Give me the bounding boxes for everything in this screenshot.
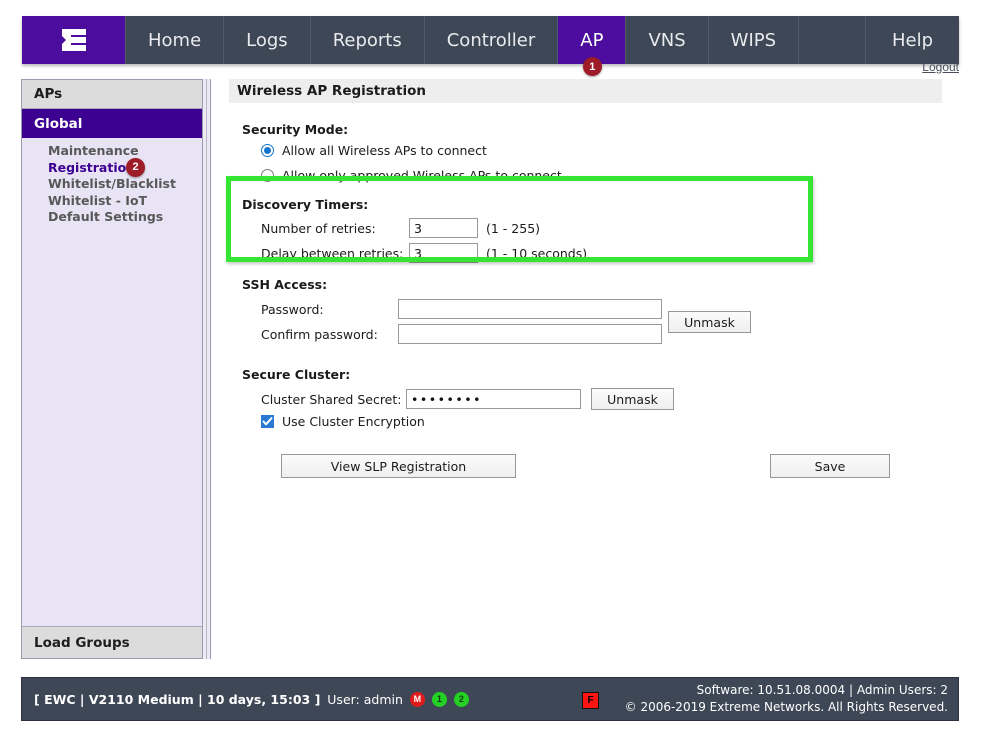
- sidebar-item-whitelist-blacklist[interactable]: Whitelist/Blacklist: [22, 176, 202, 193]
- discovery-timers-group-label: Discovery Timers:: [242, 197, 368, 212]
- sidebar-splitter-handle[interactable]: [202, 79, 211, 659]
- sidebar-item-default-settings[interactable]: Default Settings: [22, 209, 202, 226]
- status-dot-1-icon[interactable]: 1: [432, 692, 447, 707]
- radio-allow-all-label: Allow all Wireless APs to connect: [282, 143, 487, 158]
- radio-allow-all[interactable]: [261, 144, 274, 157]
- nav-item-vns[interactable]: VNS: [626, 16, 708, 64]
- sidebar-item-label: Default Settings: [48, 209, 163, 224]
- retries-hint: (1 - 255): [486, 221, 540, 236]
- ssh-confirm-row: Confirm password:: [261, 324, 662, 344]
- user-info-text: User: admin: [327, 692, 403, 707]
- sidebar-title: APs: [22, 80, 202, 109]
- sidebar-item-registration[interactable]: Registration 2: [22, 160, 202, 177]
- save-button[interactable]: Save: [770, 454, 890, 478]
- application-window: Home Logs Reports Controller AP 1 VNS WI…: [0, 0, 998, 751]
- brand-logo-cell[interactable]: [22, 16, 125, 64]
- sidebar-item-maintenance[interactable]: Maintenance: [22, 143, 202, 160]
- ssh-password-row: Password:: [261, 299, 662, 319]
- nav-item-label: Logs: [246, 30, 288, 51]
- cluster-encryption-row[interactable]: Use Cluster Encryption: [261, 414, 425, 429]
- main-content: Wireless AP Registration Security Mode: …: [211, 79, 959, 659]
- copyright-text: © 2006-2019 Extreme Networks. All Rights…: [625, 699, 948, 716]
- status-dot-2-icon[interactable]: 2: [454, 692, 469, 707]
- delay-label: Delay between retries:: [261, 246, 409, 261]
- nav-item-help[interactable]: Help: [866, 16, 959, 64]
- sidebar-item-whitelist-iot[interactable]: Whitelist - IoT: [22, 193, 202, 210]
- delay-row: Delay between retries: (1 - 10 seconds): [261, 243, 587, 263]
- radio-allow-approved-label: Allow only approved Wireless APs to conn…: [282, 168, 562, 183]
- extreme-networks-e-logo: [59, 26, 89, 54]
- ssh-password-input[interactable]: [398, 299, 662, 319]
- software-version-text: Software: 10.51.08.0004 | Admin Users: 2: [625, 682, 948, 699]
- sidebar-footer-label: Load Groups: [34, 635, 130, 651]
- system-info-text: [ EWC | V2110 Medium | 10 days, 15:03 ]: [34, 692, 320, 707]
- delay-hint: (1 - 10 seconds): [486, 246, 587, 261]
- nav-item-label: Help: [892, 30, 933, 51]
- view-slp-registration-button[interactable]: View SLP Registration: [281, 454, 516, 478]
- status-bar-left: [ EWC | V2110 Medium | 10 days, 15:03 ] …: [34, 678, 469, 720]
- sidebar-section-label: Global: [34, 116, 82, 132]
- top-navigation-bar: Home Logs Reports Controller AP 1 VNS WI…: [22, 16, 959, 64]
- nav-spacer: [799, 16, 866, 64]
- nav-item-ap[interactable]: AP 1: [558, 16, 626, 64]
- nav-item-label: WIPS: [731, 30, 776, 51]
- status-dot-maintenance-icon[interactable]: M: [410, 692, 425, 707]
- sidebar: APs Global Maintenance Registration 2 Wh…: [21, 79, 202, 659]
- sidebar-item-label: Registration: [48, 160, 135, 175]
- nav-item-home[interactable]: Home: [125, 16, 224, 64]
- cluster-secret-row: Cluster Shared Secret: Unmask: [261, 388, 674, 410]
- checkbox-use-cluster-encryption[interactable]: [261, 415, 274, 428]
- step-badge-2: 2: [126, 158, 145, 177]
- nav-item-label: Home: [148, 30, 201, 51]
- page-title: Wireless AP Registration: [229, 79, 942, 103]
- logout-link[interactable]: Logout: [922, 60, 959, 74]
- step-badge-1: 1: [583, 57, 602, 76]
- sidebar-item-label: Maintenance: [48, 143, 139, 158]
- status-bar: [ EWC | V2110 Medium | 10 days, 15:03 ] …: [21, 677, 959, 721]
- nav-item-label: Reports: [333, 30, 402, 51]
- cluster-secret-input[interactable]: [406, 389, 581, 409]
- secure-cluster-group-label: Secure Cluster:: [242, 367, 350, 382]
- cluster-encryption-label: Use Cluster Encryption: [282, 414, 425, 429]
- ssh-password-label: Password:: [261, 302, 398, 317]
- sidebar-item-label: Whitelist - IoT: [48, 193, 147, 208]
- sidebar-item-label: Whitelist/Blacklist: [48, 176, 176, 191]
- retries-input[interactable]: [409, 218, 478, 238]
- nav-item-label: Controller: [447, 30, 536, 51]
- nav-item-reports[interactable]: Reports: [311, 16, 425, 64]
- nav-item-logs[interactable]: Logs: [224, 16, 311, 64]
- radio-allow-approved-row[interactable]: Allow only approved Wireless APs to conn…: [261, 168, 562, 183]
- sidebar-menu: Maintenance Registration 2 Whitelist/Bla…: [22, 138, 202, 628]
- flag-badge-icon[interactable]: F: [582, 692, 599, 709]
- retries-label: Number of retries:: [261, 221, 409, 236]
- nav-item-label: AP: [580, 30, 603, 51]
- delay-input[interactable]: [409, 243, 478, 263]
- status-bar-right: Software: 10.51.08.0004 | Admin Users: 2…: [625, 682, 948, 716]
- nav-item-controller[interactable]: Controller: [425, 16, 559, 64]
- nav-items: Home Logs Reports Controller AP 1 VNS WI…: [125, 16, 959, 64]
- radio-allow-all-row[interactable]: Allow all Wireless APs to connect: [261, 143, 487, 158]
- radio-allow-approved[interactable]: [261, 169, 274, 182]
- ssh-unmask-button[interactable]: Unmask: [668, 311, 751, 333]
- ssh-confirm-label: Confirm password:: [261, 327, 398, 342]
- retries-row: Number of retries: (1 - 255): [261, 218, 540, 238]
- cluster-unmask-button[interactable]: Unmask: [591, 388, 674, 410]
- ssh-confirm-input[interactable]: [398, 324, 662, 344]
- checkmark-icon: [262, 416, 273, 427]
- ssh-access-group-label: SSH Access:: [242, 277, 327, 292]
- sidebar-section-global[interactable]: Global: [22, 109, 202, 138]
- cluster-secret-label: Cluster Shared Secret:: [261, 392, 406, 407]
- sidebar-footer-load-groups[interactable]: Load Groups: [22, 626, 202, 658]
- security-mode-group-label: Security Mode:: [242, 122, 348, 137]
- nav-item-wips[interactable]: WIPS: [709, 16, 799, 64]
- nav-item-label: VNS: [648, 30, 685, 51]
